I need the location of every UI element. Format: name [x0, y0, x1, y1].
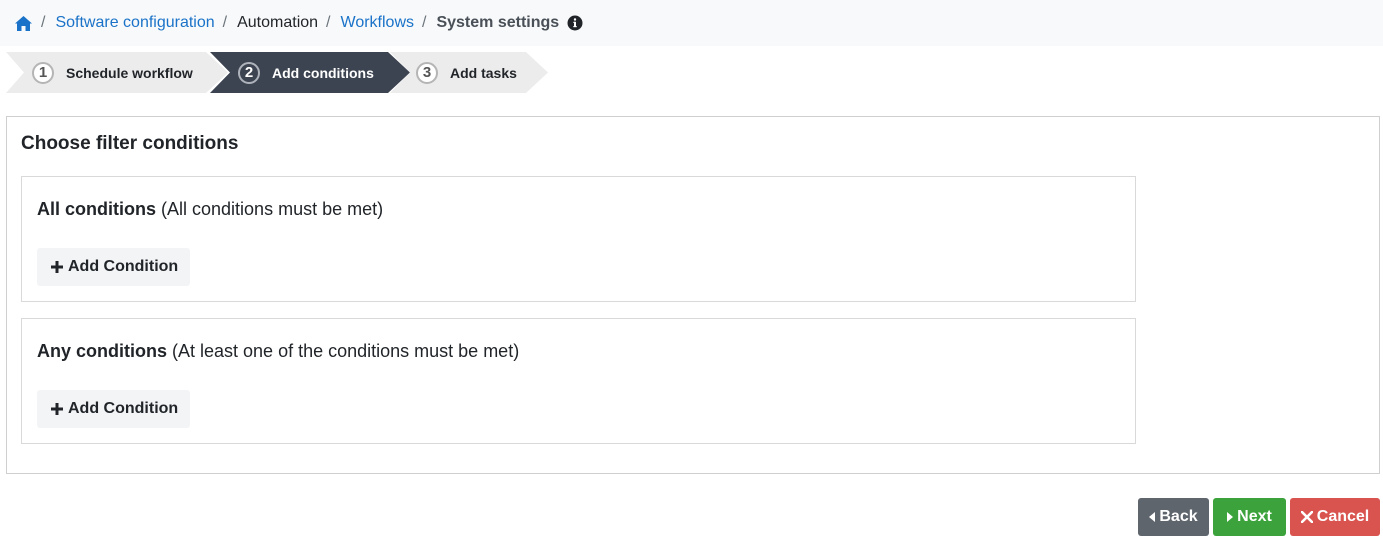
breadcrumb-separator: / [422, 14, 427, 31]
group-subtitle: (All conditions must be met) [161, 199, 384, 219]
group-title: All conditions [37, 199, 156, 219]
workflow-stepper: 1 Schedule workflow 2 Add conditions 3 A… [6, 52, 566, 93]
add-condition-label: Add Condition [68, 258, 179, 275]
step-label: Add tasks [450, 64, 517, 81]
cancel-label: Cancel [1316, 508, 1370, 525]
step-label: Schedule workflow [66, 64, 193, 81]
back-label: Back [1159, 508, 1198, 525]
add-condition-label: Add Condition [68, 400, 179, 417]
cancel-button[interactable]: Cancel [1290, 498, 1380, 536]
breadcrumb-separator: / [326, 14, 331, 31]
breadcrumb-workflows[interactable]: Workflows [341, 14, 415, 32]
breadcrumb-automation: Automation [237, 14, 319, 31]
info-circle-icon[interactable] [567, 15, 583, 31]
breadcrumb-system-settings: System settings [436, 14, 560, 31]
caret-left-icon [1149, 512, 1156, 522]
group-heading: Any conditions (At least one of the cond… [37, 341, 519, 362]
step-schedule-workflow[interactable]: 1 Schedule workflow [6, 52, 228, 93]
caret-right-icon [1227, 512, 1234, 522]
all-conditions-group: All conditions (All conditions must be m… [21, 176, 1136, 302]
breadcrumb-separator: / [41, 14, 46, 31]
conditions-panel: Choose filter conditions All conditions … [6, 116, 1380, 474]
breadcrumb: / Software configuration / Automation / … [0, 0, 1383, 46]
add-condition-button[interactable]: Add Condition [37, 248, 190, 286]
next-button[interactable]: Next [1213, 498, 1286, 536]
plus-icon [51, 403, 63, 415]
group-heading: All conditions (All conditions must be m… [37, 199, 383, 220]
step-number: 3 [416, 61, 438, 84]
breadcrumb-software-configuration[interactable]: Software configuration [55, 14, 214, 32]
step-label: Add conditions [272, 64, 374, 81]
group-subtitle: (At least one of the conditions must be … [172, 341, 520, 361]
home-icon[interactable] [14, 15, 33, 32]
next-label: Next [1237, 508, 1272, 525]
panel-title: Choose filter conditions [21, 133, 239, 154]
close-icon [1300, 511, 1313, 523]
plus-icon [51, 261, 63, 273]
add-condition-button[interactable]: Add Condition [37, 390, 190, 428]
step-number: 2 [238, 61, 260, 84]
step-number: 1 [32, 61, 54, 84]
back-button[interactable]: Back [1138, 498, 1209, 536]
any-conditions-group: Any conditions (At least one of the cond… [21, 318, 1136, 444]
group-title: Any conditions [37, 341, 167, 361]
step-add-conditions[interactable]: 2 Add conditions [210, 52, 410, 93]
breadcrumb-separator: / [222, 14, 228, 31]
step-add-tasks[interactable]: 3 Add tasks [390, 52, 548, 93]
